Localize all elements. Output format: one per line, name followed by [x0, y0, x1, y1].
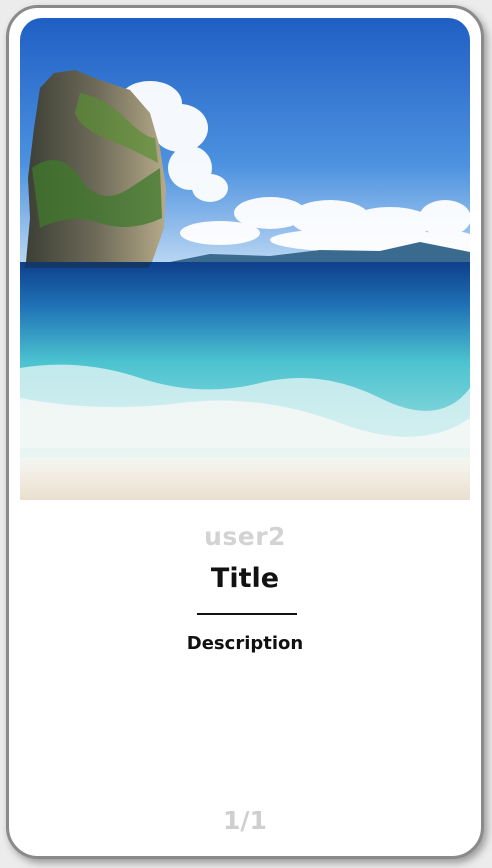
- post-description: Description: [186, 633, 304, 654]
- post-card[interactable]: user2 Title Description 1/1: [6, 5, 484, 859]
- post-title: Title: [210, 563, 280, 594]
- username[interactable]: user2: [9, 522, 481, 551]
- beach-photo-icon: [20, 18, 470, 500]
- post-image: [20, 18, 470, 500]
- page-indicator: 1/1: [223, 806, 267, 835]
- title-divider: [197, 613, 297, 615]
